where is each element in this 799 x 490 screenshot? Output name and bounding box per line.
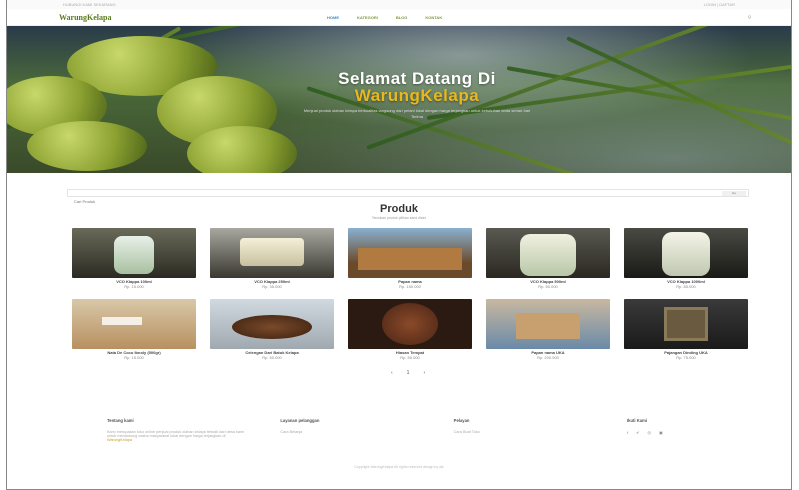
product-card[interactable]: Pajangan Dinding UKA Rp. 75.000 xyxy=(624,299,748,360)
contact-text: HUBUNGI KAMI SEKARANG xyxy=(63,2,116,7)
product-image[interactable] xyxy=(210,228,334,278)
pager-page-1[interactable]: 1 xyxy=(407,370,410,376)
product-price: Rp. 200.000 xyxy=(537,355,559,360)
footer-about-text: Kami merupakan toko online penjual produ… xyxy=(107,430,244,442)
copyright-text: Copyright WarungKelapa All rights reserv… xyxy=(354,465,444,469)
footer-service: Pelayan Cara Buat Toko xyxy=(454,418,594,442)
product-card[interactable]: VCO Klappa 250ml Rp. 35.000 xyxy=(210,228,334,289)
products-heading: Produk Temukan produk pilihan kami disin… xyxy=(7,203,791,220)
product-card[interactable]: Papan nama Rp. 150.000 xyxy=(348,228,472,289)
product-card[interactable]: VCO Klappa 500ml Rp. 60.000 xyxy=(486,228,610,289)
hero-text: Selamat Datang Di WarungKelapa Menjual p… xyxy=(207,70,627,120)
product-price: Rp. 60.000 xyxy=(538,284,558,289)
product-card[interactable]: VCO Klappa 100ml Rp. 15.000 xyxy=(72,228,196,289)
product-search-bar: Go xyxy=(67,189,749,205)
product-price: Rp. 35.000 xyxy=(262,284,282,289)
product-price: Rp. 50.000 xyxy=(400,355,420,360)
top-info-bar: HUBUNGI KAMI SEKARANG LOGIN | DAFTAR xyxy=(7,0,791,9)
product-price: Rp. 85.000 xyxy=(676,284,696,289)
menu-kategori[interactable]: KATEGORI xyxy=(357,15,378,20)
product-image[interactable] xyxy=(486,228,610,278)
hero-banner: Selamat Datang Di WarungKelapa Menjual p… xyxy=(7,26,791,173)
hero-subtitle: Menjual produk olahan kelapa berkualitas… xyxy=(303,108,531,119)
product-image[interactable] xyxy=(72,228,196,278)
product-image[interactable] xyxy=(624,299,748,349)
twitter-icon[interactable]: ✔ xyxy=(636,430,639,435)
product-image[interactable] xyxy=(348,228,472,278)
product-price: Rp. 150.000 xyxy=(399,284,421,289)
login-register-link[interactable]: LOGIN | DAFTAR xyxy=(704,2,735,7)
product-image[interactable] xyxy=(210,299,334,349)
footer-service-link[interactable]: Cara Buat Toko xyxy=(454,430,594,434)
navbar: WarungKelapa HOME KATEGORI BLOG KONTAK Q xyxy=(7,9,791,26)
footer: Tentang kami Kami merupakan toko online … xyxy=(107,418,717,442)
product-price: Rp. 15.000 xyxy=(124,355,144,360)
product-image[interactable] xyxy=(624,228,748,278)
menu-home[interactable]: HOME xyxy=(327,15,339,20)
browser-page: HUBUNGI KAMI SEKARANG LOGIN | DAFTAR War… xyxy=(6,0,792,490)
youtube-icon[interactable]: ▣ xyxy=(659,430,663,435)
menu-kontak[interactable]: KONTAK xyxy=(425,15,442,20)
product-image[interactable] xyxy=(348,299,472,349)
instagram-icon[interactable]: ◎ xyxy=(647,430,651,435)
product-price: Rp. 50.000 xyxy=(262,355,282,360)
search-button[interactable]: Go xyxy=(722,191,746,196)
footer-about-title: Tentang kami xyxy=(107,418,134,423)
product-price: Rp. 75.000 xyxy=(676,355,696,360)
product-card[interactable]: Hiasan Tempat Rp. 50.000 xyxy=(348,299,472,360)
product-grid: VCO Klappa 100ml Rp. 15.000 VCO Klappa 2… xyxy=(72,228,752,360)
pager-prev-button[interactable]: ‹ xyxy=(391,370,393,376)
menu-blog[interactable]: BLOG xyxy=(396,15,408,20)
footer-about-link[interactable]: WarungKelapa xyxy=(107,438,132,442)
product-image[interactable] xyxy=(486,299,610,349)
pagination: ‹ 1 › xyxy=(391,370,425,376)
product-price: Rp. 15.000 xyxy=(124,284,144,289)
product-card[interactable]: Papan nama UKA Rp. 200.000 xyxy=(486,299,610,360)
section-subtitle: Temukan produk pilihan kami disini xyxy=(371,216,427,220)
footer-about: Tentang kami Kami merupakan toko online … xyxy=(107,418,247,442)
product-image[interactable] xyxy=(72,299,196,349)
footer-social: Ikuti Kami f ✔ ◎ ▣ xyxy=(627,418,717,442)
facebook-icon[interactable]: f xyxy=(627,430,628,435)
product-card[interactable]: Celengan Dari Batok Kelapa Rp. 50.000 xyxy=(210,299,334,360)
brand-logo[interactable]: WarungKelapa xyxy=(59,13,111,22)
footer-cs-title: Layanan pelanggan xyxy=(280,418,320,423)
footer-customer-service: Layanan pelanggan Cara Belanja xyxy=(280,418,420,442)
main-menu: HOME KATEGORI BLOG KONTAK xyxy=(327,15,442,20)
footer-cs-link[interactable]: Cara Belanja xyxy=(280,430,420,434)
product-card[interactable]: VCO Klappa 1000ml Rp. 85.000 xyxy=(624,228,748,289)
product-card[interactable]: Nata De Coco Ibnoly (500gr) Rp. 15.000 xyxy=(72,299,196,360)
pager-next-button[interactable]: › xyxy=(423,370,425,376)
footer-service-title: Pelayan xyxy=(453,418,470,423)
section-title: Produk xyxy=(380,203,418,215)
hero-brand-title: WarungKelapa xyxy=(354,86,480,105)
footer-social-title: Ikuti Kami xyxy=(626,418,647,423)
search-icon[interactable]: Q xyxy=(748,14,751,19)
